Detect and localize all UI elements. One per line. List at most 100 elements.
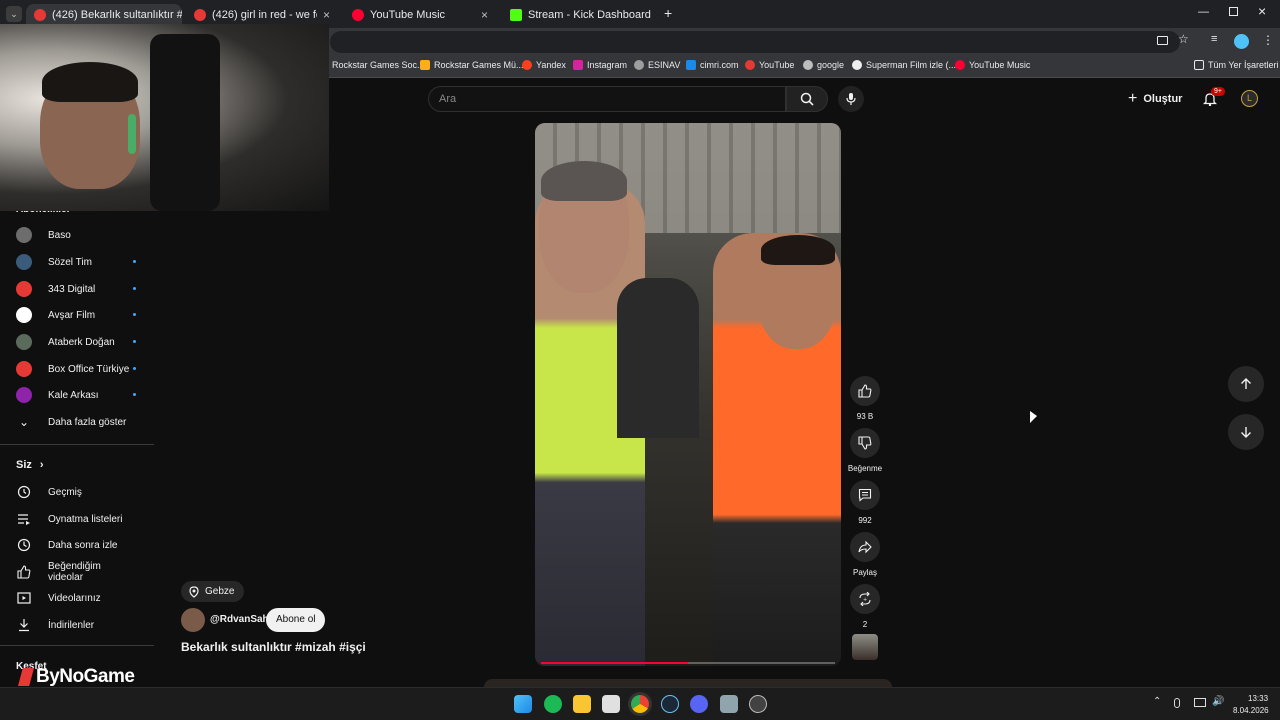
all-bookmarks-folder[interactable]: Tüm Yer İşaretleri [1194, 60, 1279, 70]
bookmark-item[interactable]: Rockstar Games Soc... [332, 60, 425, 70]
you-heading[interactable]: Siz › [16, 459, 44, 471]
search-icon [800, 92, 814, 106]
tray-mic-icon[interactable] [1174, 698, 1180, 708]
sidebar-channel[interactable]: Sözel Tim [16, 252, 136, 272]
comments-button[interactable] [850, 480, 880, 510]
tab-2[interactable]: (426) girl in red - we fell in love × [186, 4, 338, 26]
media-control-icon[interactable]: ≡ [1211, 33, 1217, 45]
chrome-icon[interactable] [631, 695, 649, 713]
sidebar-channel[interactable]: Avşar Film [16, 305, 136, 325]
share-button[interactable] [850, 532, 880, 562]
dislike-button[interactable] [850, 428, 880, 458]
tray-display-icon[interactable] [1194, 698, 1206, 707]
tab-4[interactable]: Stream - Kick Dashboard × [502, 4, 658, 26]
bookmark-item[interactable]: Superman Film izle (... [852, 60, 956, 70]
browser-menu-icon[interactable]: ⋮ [1262, 33, 1274, 47]
kick-favicon-icon [510, 9, 522, 21]
bookmark-label: Rockstar Games Soc... [332, 60, 425, 70]
like-action[interactable]: 93 B [849, 376, 881, 421]
sidebar-item-history[interactable]: Geçmiş [16, 482, 136, 502]
location-chip[interactable]: Gebze [181, 581, 245, 602]
channel-avatar[interactable] [181, 608, 205, 632]
channel-avatar [16, 334, 32, 350]
install-app-icon[interactable] [1157, 36, 1168, 45]
next-short-button[interactable] [1228, 414, 1264, 450]
bookmark-item[interactable]: cimri.com [686, 60, 739, 70]
close-tab-icon[interactable]: × [657, 8, 658, 22]
close-tab-icon[interactable]: × [323, 8, 330, 22]
tray-volume-icon[interactable]: 🔊 [1212, 696, 1224, 707]
discord-icon[interactable] [690, 695, 708, 713]
tab-list-dropdown[interactable]: ⌄ [6, 6, 22, 22]
close-tab-icon[interactable]: × [481, 8, 488, 22]
share-action[interactable]: Paylaş [849, 532, 881, 577]
like-button[interactable] [850, 376, 880, 406]
webcam-overlay [0, 24, 329, 211]
voice-search-button[interactable] [838, 86, 864, 112]
show-more-button[interactable]: ⌄ Daha fazla göster [16, 412, 136, 432]
sidebar-channel[interactable]: Ataberk Doğan [16, 332, 136, 352]
clock-date[interactable]: 8.04.2026 [1233, 706, 1269, 715]
youtube-favicon-icon [34, 9, 46, 21]
bookmark-item[interactable]: google [803, 60, 844, 70]
channel-name: Sözel Tim [48, 256, 92, 268]
sidebar-channel[interactable]: 343 Digital [16, 279, 136, 299]
app-icon[interactable] [749, 695, 767, 713]
folder-icon [1194, 60, 1204, 70]
sidebar-item-watch-later[interactable]: Daha sonra izle [16, 535, 136, 555]
remix-button[interactable]: + [850, 584, 880, 614]
tray-chevron-icon[interactable]: ⌃ [1153, 696, 1161, 707]
close-window-button[interactable]: × [1258, 3, 1266, 19]
minimize-button[interactable]: — [1198, 6, 1209, 18]
bookmark-item[interactable]: Instagram [573, 60, 627, 70]
app-icon[interactable] [720, 695, 738, 713]
store-icon[interactable] [602, 695, 620, 713]
bookmark-item[interactable]: YouTube [745, 60, 794, 70]
bookmark-item[interactable]: Rockstar Games Mü... [420, 60, 524, 70]
sidebar-channel[interactable]: Kale Arkası [16, 385, 136, 405]
sidebar-channel[interactable]: Baso [16, 225, 136, 245]
chevron-right-icon: › [39, 459, 44, 471]
tab-1[interactable]: (426) Bekarlık sultanlıktır #r 🔊 × [26, 4, 182, 26]
comments-action[interactable]: 992 [849, 480, 881, 525]
sound-thumbnail[interactable] [852, 634, 878, 660]
short-title: Bekarlık sultanlıktır #mizah #işçi [181, 640, 366, 654]
sidebar-item-your-videos[interactable]: Videolarınız [16, 588, 136, 608]
profile-avatar-icon[interactable] [1234, 34, 1249, 49]
spotify-icon[interactable] [544, 695, 562, 713]
bookmark-star-icon[interactable]: ☆ [1178, 32, 1189, 46]
steam-icon[interactable] [661, 695, 679, 713]
clock-time[interactable]: 13:33 [1248, 694, 1268, 703]
bookmark-item[interactable]: Yandex [522, 60, 566, 70]
windows-start-icon[interactable] [514, 695, 532, 713]
account-avatar[interactable]: L [1241, 90, 1258, 107]
short-video-player[interactable] [535, 123, 841, 666]
remix-action[interactable]: + 2 [849, 584, 881, 629]
sidebar-item-downloads[interactable]: İndirilenler [16, 615, 136, 635]
notifications-button[interactable]: 9+ [1202, 87, 1225, 111]
sidebar-item-label: İndirilenler [48, 619, 95, 631]
sidebar-channel[interactable]: Box Office Türkiye [16, 359, 136, 379]
tab-3[interactable]: YouTube Music × [344, 4, 496, 26]
bookmark-item[interactable]: ESINAV [634, 60, 680, 70]
sidebar-item-liked-videos[interactable]: Beğendiğim videolar [16, 561, 136, 583]
yandex-icon [522, 60, 532, 70]
subscribe-button[interactable]: Abone ol [266, 608, 326, 632]
search-button[interactable] [786, 86, 828, 112]
bookmark-label: google [817, 60, 845, 70]
new-tab-button[interactable]: + [664, 5, 672, 21]
file-explorer-icon[interactable] [573, 695, 591, 713]
channel-handle[interactable]: @RdvanSah [210, 614, 269, 625]
dislike-action[interactable]: Beğenme [848, 428, 882, 473]
previous-short-button[interactable] [1228, 366, 1264, 402]
create-button[interactable]: + Oluştur [1128, 90, 1182, 108]
restore-button[interactable] [1229, 7, 1238, 16]
sidebar-item-playlists[interactable]: Oynatma listeleri [16, 509, 136, 529]
worker-left-hair [541, 161, 627, 201]
address-bar[interactable] [330, 31, 1180, 53]
bookmark-label: cimri.com [700, 60, 739, 70]
search-input[interactable]: Ara [428, 86, 786, 112]
bookmark-item[interactable]: YouTube Music [955, 60, 1030, 70]
video-progress-track[interactable] [541, 662, 835, 664]
channel-avatar [16, 227, 32, 243]
